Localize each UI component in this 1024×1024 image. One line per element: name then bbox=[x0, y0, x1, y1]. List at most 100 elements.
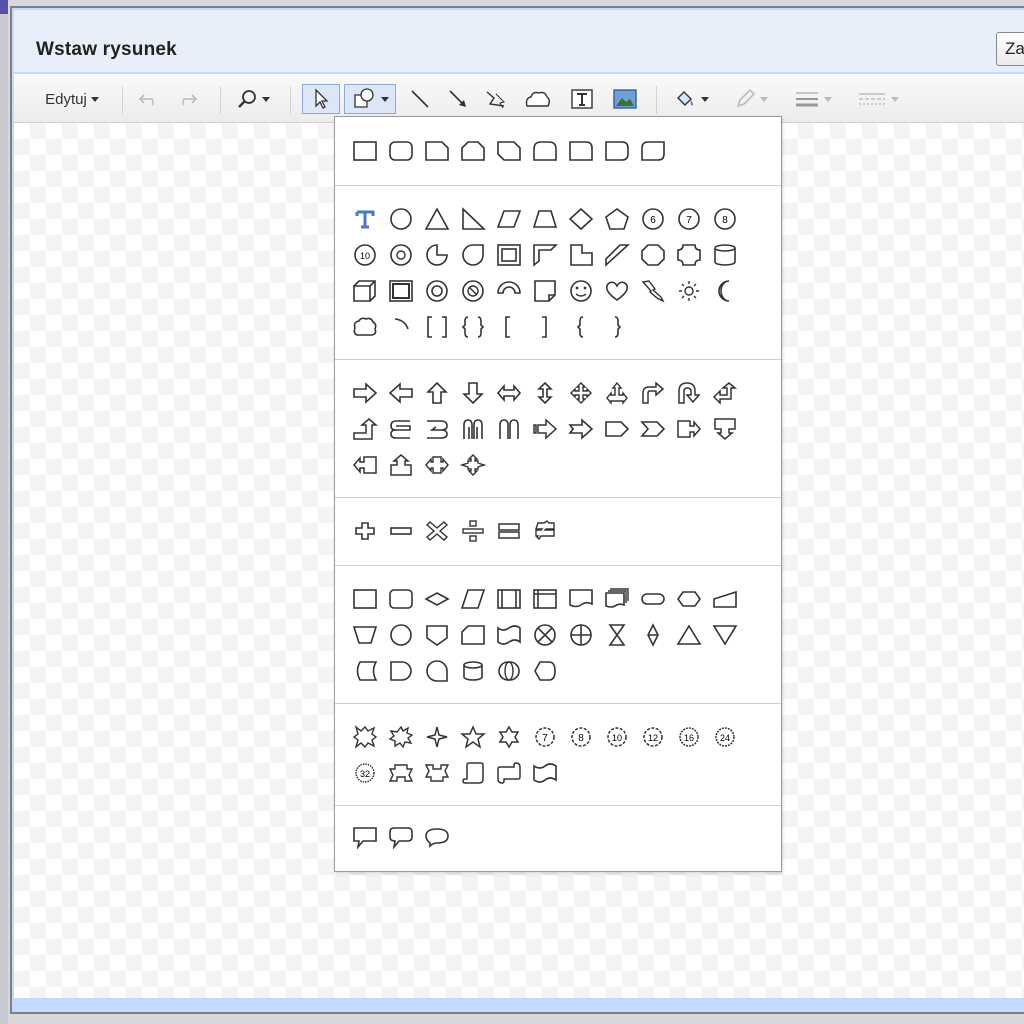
double-brace-shape[interactable] bbox=[455, 309, 491, 345]
magnetic-disk-shape[interactable] bbox=[455, 653, 491, 689]
decision-shape[interactable] bbox=[419, 581, 455, 617]
select-button[interactable] bbox=[302, 84, 340, 114]
multiply-shape[interactable] bbox=[419, 513, 455, 549]
round-same-side-rectangle-shape[interactable] bbox=[599, 133, 635, 169]
snip-corner-rectangle-shape[interactable] bbox=[419, 133, 455, 169]
explosion-2-shape[interactable] bbox=[383, 719, 419, 755]
minus-shape[interactable] bbox=[383, 513, 419, 549]
ellipse-shape[interactable] bbox=[383, 201, 419, 237]
horizontal-scroll-shape[interactable] bbox=[491, 755, 527, 791]
rounded-rectangular-callout-shape[interactable] bbox=[383, 819, 419, 855]
equal-shape[interactable] bbox=[491, 513, 527, 549]
8-point-star-shape[interactable]: 8 bbox=[563, 719, 599, 755]
lightning-bolt-shape[interactable] bbox=[635, 273, 671, 309]
plaque-shape[interactable] bbox=[671, 237, 707, 273]
curved-down-arrow-shape[interactable] bbox=[491, 411, 527, 447]
curved-up-arrow-shape[interactable] bbox=[455, 411, 491, 447]
pentagon-arrow-shape[interactable] bbox=[599, 411, 635, 447]
shape-button[interactable] bbox=[344, 84, 396, 114]
right-arrow-callout-shape[interactable] bbox=[671, 411, 707, 447]
plus-shape[interactable] bbox=[347, 513, 383, 549]
stored-data-shape[interactable] bbox=[347, 653, 383, 689]
frame-shape[interactable] bbox=[491, 237, 527, 273]
terminator-shape[interactable] bbox=[635, 581, 671, 617]
no-symbol-shape[interactable] bbox=[455, 273, 491, 309]
notched-right-arrow-shape[interactable] bbox=[563, 411, 599, 447]
curved-right-arrow-shape[interactable] bbox=[383, 411, 419, 447]
right-arrow-shape[interactable] bbox=[347, 375, 383, 411]
rectangle-shape[interactable] bbox=[347, 133, 383, 169]
dodecagon-shape[interactable] bbox=[383, 237, 419, 273]
right-triangle-shape[interactable] bbox=[455, 201, 491, 237]
extract-shape[interactable] bbox=[671, 617, 707, 653]
6-point-star-shape[interactable] bbox=[491, 719, 527, 755]
left-brace-shape[interactable] bbox=[563, 309, 599, 345]
not-equal-shape[interactable] bbox=[527, 513, 563, 549]
delay-shape[interactable] bbox=[383, 653, 419, 689]
can-shape[interactable] bbox=[707, 237, 743, 273]
explosion-1-shape[interactable] bbox=[347, 719, 383, 755]
punched-tape-shape[interactable] bbox=[491, 617, 527, 653]
sequential-access-storage-shape[interactable] bbox=[419, 653, 455, 689]
hexagon-shape[interactable]: 6 bbox=[635, 201, 671, 237]
oval-callout-shape[interactable] bbox=[419, 819, 455, 855]
vertical-scroll-shape[interactable] bbox=[455, 755, 491, 791]
donut-shape[interactable] bbox=[419, 273, 455, 309]
teardrop-shape[interactable] bbox=[455, 237, 491, 273]
manual-operation-shape[interactable] bbox=[347, 617, 383, 653]
textbox-button[interactable] bbox=[566, 84, 598, 114]
sun-shape[interactable] bbox=[671, 273, 707, 309]
decagon-shape[interactable]: 10 bbox=[347, 237, 383, 273]
striped-right-arrow-shape[interactable] bbox=[527, 411, 563, 447]
up-arrow-callout-shape[interactable] bbox=[383, 447, 419, 483]
off-page-connector-shape[interactable] bbox=[419, 617, 455, 653]
redo-button[interactable] bbox=[172, 84, 202, 114]
double-bracket-shape[interactable] bbox=[419, 309, 455, 345]
16-point-star-shape[interactable]: 16 bbox=[671, 719, 707, 755]
direct-access-storage-shape[interactable] bbox=[491, 653, 527, 689]
line-dash-button[interactable] bbox=[848, 84, 908, 114]
round-corner-rectangle-shape[interactable] bbox=[563, 133, 599, 169]
pentagon-shape[interactable] bbox=[599, 201, 635, 237]
pie-shape[interactable] bbox=[419, 237, 455, 273]
5-point-star-shape[interactable] bbox=[455, 719, 491, 755]
rounded-rectangle-shape[interactable] bbox=[383, 133, 419, 169]
diagonal-stripe-shape[interactable] bbox=[599, 237, 635, 273]
text-box-shape[interactable] bbox=[347, 201, 383, 237]
left-right-up-arrow-shape[interactable] bbox=[599, 375, 635, 411]
down-arrow-callout-shape[interactable] bbox=[707, 411, 743, 447]
down-arrow-shape[interactable] bbox=[455, 375, 491, 411]
left-up-arrow-shape[interactable] bbox=[707, 375, 743, 411]
left-right-arrow-callout-shape[interactable] bbox=[419, 447, 455, 483]
10-point-star-shape[interactable]: 10 bbox=[599, 719, 635, 755]
left-arrow-callout-shape[interactable] bbox=[347, 447, 383, 483]
left-right-arrow-shape[interactable] bbox=[491, 375, 527, 411]
smiley-face-shape[interactable] bbox=[563, 273, 599, 309]
7-point-star-shape[interactable]: 7 bbox=[527, 719, 563, 755]
snip-diagonal-rectangle-shape[interactable] bbox=[491, 133, 527, 169]
sort-shape[interactable] bbox=[635, 617, 671, 653]
ribbon-down-shape[interactable] bbox=[419, 755, 455, 791]
32-point-star-shape[interactable]: 32 bbox=[347, 755, 383, 791]
snip-two-corners-rectangle-shape[interactable] bbox=[455, 133, 491, 169]
arc-shape[interactable] bbox=[383, 309, 419, 345]
manual-input-shape[interactable] bbox=[707, 581, 743, 617]
undo-button[interactable] bbox=[134, 84, 164, 114]
display-shape[interactable] bbox=[527, 653, 563, 689]
block-arc-shape[interactable] bbox=[491, 273, 527, 309]
card-shape[interactable] bbox=[455, 617, 491, 653]
plus-cross-shape[interactable] bbox=[635, 237, 671, 273]
fill-color-button[interactable] bbox=[668, 84, 714, 114]
multidocument-shape[interactable] bbox=[599, 581, 635, 617]
line-color-button[interactable] bbox=[728, 84, 774, 114]
u-turn-arrow-shape[interactable] bbox=[671, 375, 707, 411]
bent-up-arrow-shape[interactable] bbox=[347, 411, 383, 447]
preparation-shape[interactable] bbox=[671, 581, 707, 617]
parallelogram-shape[interactable] bbox=[491, 201, 527, 237]
or-shape[interactable] bbox=[563, 617, 599, 653]
freeform-button[interactable] bbox=[518, 84, 558, 114]
octagon-shape[interactable]: 8 bbox=[707, 201, 743, 237]
right-bracket-shape[interactable] bbox=[527, 309, 563, 345]
connector-shape[interactable] bbox=[383, 617, 419, 653]
rectangular-callout-shape[interactable] bbox=[347, 819, 383, 855]
